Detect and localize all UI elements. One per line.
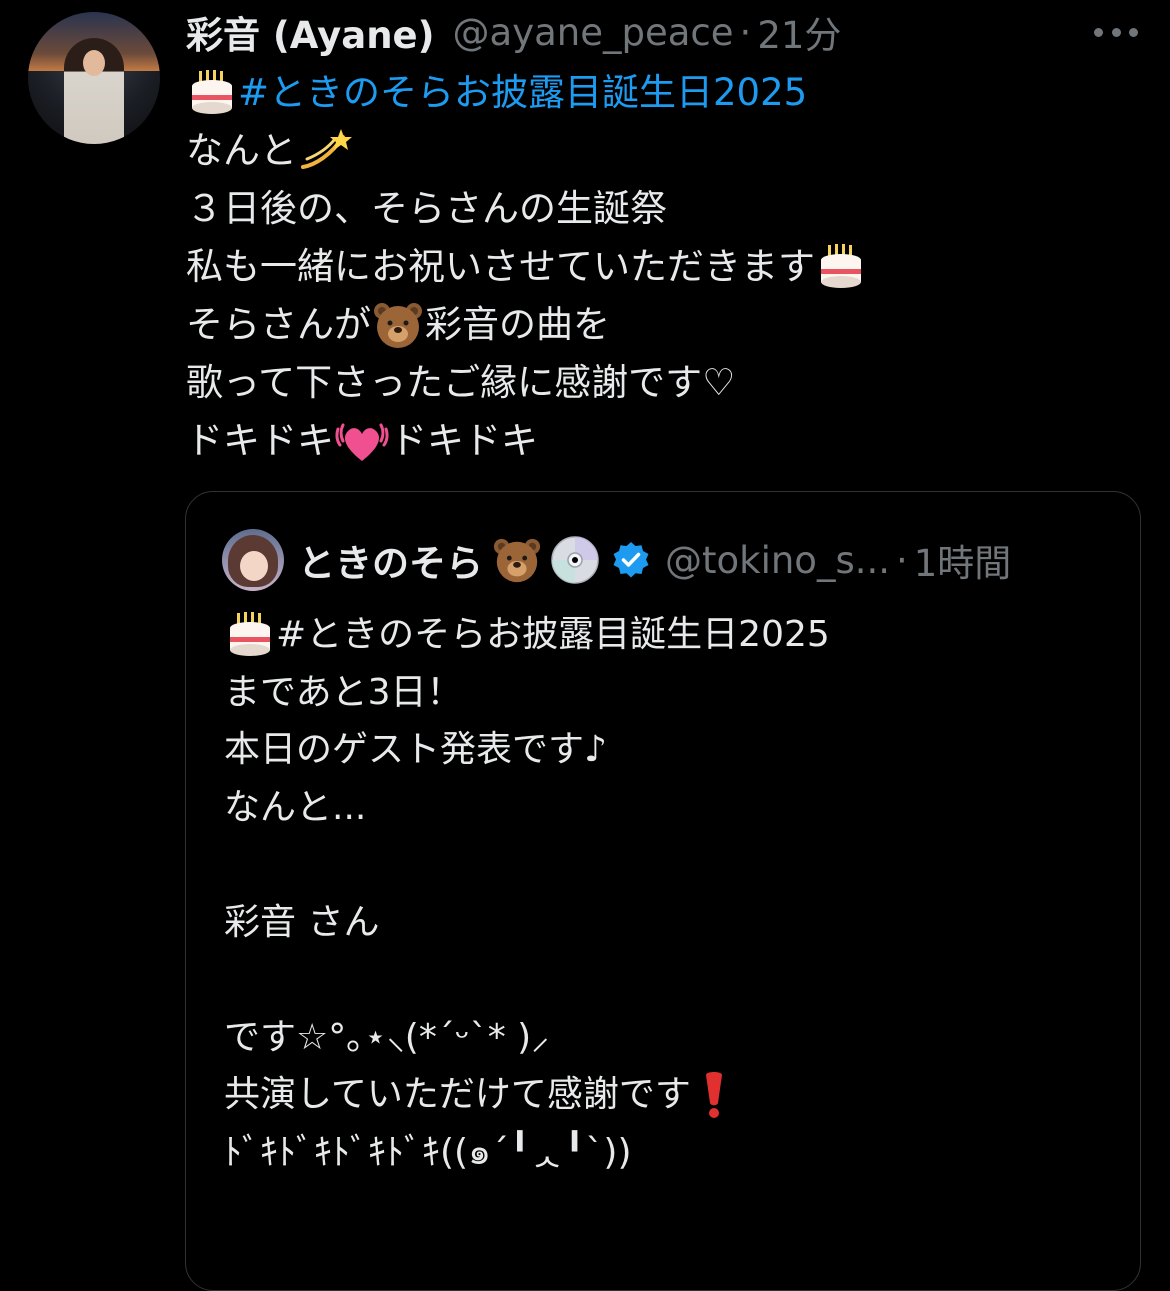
quoted-line-text: なんと...: [224, 786, 367, 828]
tweet-line: ３日後の、そらさんの生誕祭: [186, 180, 1136, 238]
tweet-line-text: ３日後の、そらさんの生誕祭: [186, 187, 667, 230]
quoted-line-text: まであと3日！: [224, 671, 463, 713]
quoted-line-text: 本日のゲスト発表です♪: [224, 729, 607, 770]
tweet-line: なんと: [186, 122, 1136, 180]
quoted-tweet-header: ときのそら @tokino_s... · 1時間: [298, 532, 1011, 588]
quoted-line: なんと...: [224, 779, 1124, 837]
quoted-blank-line: [224, 951, 1124, 1009]
quoted-hashtag-text: #ときのそらお披露目誕生日2025: [276, 614, 830, 655]
bear-emoji: [371, 299, 425, 351]
tweet-line-text: ドキドキ: [390, 419, 538, 462]
quoted-avatar-face: [240, 551, 268, 581]
heavy-exclamation-emoji: [699, 1069, 729, 1121]
beating-heart-emoji: [334, 415, 390, 467]
quoted-line: です☆°｡⋆⸜(*ˊᵕˋ* )⸝: [224, 1009, 1124, 1067]
quoted-line: 共演していただけて感謝です: [224, 1066, 1124, 1124]
tweet-text: #ときのそらお披露目誕生日2025 なんと ３日後の、そらさんの生誕祭 私も一緒…: [186, 64, 1136, 470]
tweet-header: 彩音 (Ayane) @ayane_peace · 21分: [186, 5, 841, 59]
quoted-tweet-text: #ときのそらお披露目誕生日2025 まであと3日！ 本日のゲスト発表です♪ なん…: [224, 606, 1124, 1181]
tweet-line: #ときのそらお披露目誕生日2025: [186, 64, 1136, 122]
more-horizontal-icon[interactable]: [1094, 26, 1138, 38]
birthday-cake-emoji: [186, 67, 238, 119]
author-display-name[interactable]: 彩音 (Ayane): [186, 5, 435, 59]
tweet-line-text: そらさんが: [186, 303, 371, 346]
quoted-line: #ときのそらお披露目誕生日2025: [224, 606, 1124, 664]
tweet-line-text: なんと: [186, 129, 297, 172]
hashtag-link[interactable]: #ときのそらお披露目誕生日2025: [238, 64, 807, 122]
tweet-line: そらさんが 彩音の曲を: [186, 296, 1136, 354]
birthday-cake-emoji: [815, 241, 867, 293]
tweet-line-text: 彩音の曲を: [425, 303, 610, 346]
tweet-timestamp[interactable]: 21分: [757, 5, 841, 59]
tweet-line-text: ドキドキ: [186, 419, 334, 462]
tweet-line-text: 私も一緒にお祝いさせていただきます: [186, 245, 815, 288]
quoted-tweet-timestamp[interactable]: 1時間: [914, 533, 1012, 587]
quoted-line-text: です☆°｡⋆⸜(*ˊᵕˋ* )⸝: [224, 1016, 550, 1058]
quoted-line-text: 彩音 さん: [224, 901, 380, 943]
bear-emoji: [491, 535, 543, 585]
quoted-line-text: 共演していただけて感謝です: [224, 1074, 691, 1115]
quoted-line-text: ﾄﾞｷﾄﾞｷﾄﾞｷﾄﾞｷ((๑ˊ╹ᆺ╹ˋ)): [224, 1131, 632, 1173]
separator-dot: ·: [739, 10, 752, 54]
cd-emoji: [549, 534, 601, 586]
tweet-line: 歌って下さったご縁に感謝です♡: [186, 354, 1136, 412]
quoted-line: 彩音 さん: [224, 894, 1124, 952]
quoted-author-display-name[interactable]: ときのそら: [298, 533, 483, 587]
quoted-blank-line: [224, 836, 1124, 894]
quoted-line: まであと3日！: [224, 664, 1124, 722]
tweet-line: 私も一緒にお祝いさせていただきます: [186, 238, 1136, 296]
quoted-line: 本日のゲスト発表です♪: [224, 721, 1124, 779]
author-avatar[interactable]: [28, 12, 160, 144]
verified-badge-icon: [611, 540, 651, 580]
tweet-line: ドキドキ ドキドキ: [186, 412, 1136, 470]
quoted-author-avatar[interactable]: [222, 529, 284, 591]
author-handle[interactable]: @ayane_peace: [453, 11, 734, 54]
quoted-line: ﾄﾞｷﾄﾞｷﾄﾞｷﾄﾞｷ((๑ˊ╹ᆺ╹ˋ)): [224, 1124, 1124, 1182]
tweet-line-text: 歌って下さったご縁に感謝です♡: [186, 361, 736, 404]
avatar-face: [83, 50, 105, 76]
birthday-cake-emoji: [224, 609, 276, 661]
quoted-author-handle[interactable]: @tokino_s...: [665, 539, 890, 582]
separator-dot: ·: [896, 538, 908, 582]
dizzy-emoji: [297, 125, 353, 177]
